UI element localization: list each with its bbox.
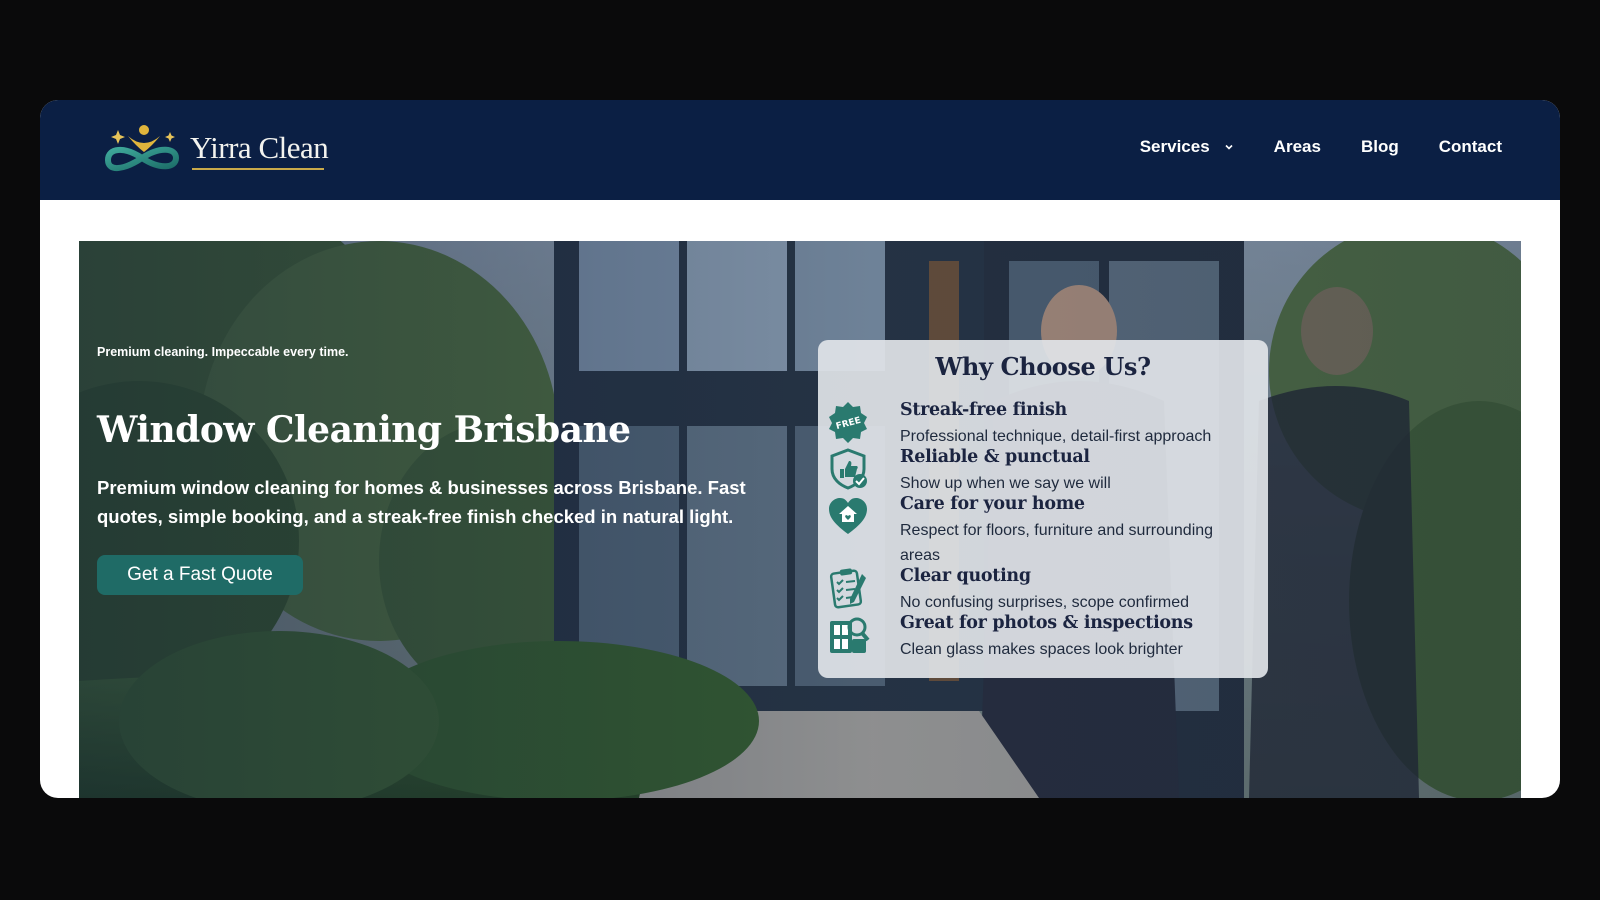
hero-tagline: Premium cleaning. Impeccable every time. (97, 345, 349, 359)
brand-logo-link[interactable]: Yirra Clean (100, 122, 340, 182)
feature-desc: Clean glass makes spaces look brighter (900, 641, 1183, 658)
hero-section: Premium cleaning. Impeccable every time.… (79, 241, 1521, 798)
hero-subtitle: Premium window cleaning for homes & busi… (97, 477, 746, 527)
get-quote-button[interactable]: Get a Fast Quote (97, 555, 303, 595)
site-header: Yirra Clean Services Areas Blog Contact (40, 100, 1560, 200)
hero-title: Window Cleaning Brisbane (97, 409, 631, 451)
brand-underline (192, 168, 324, 170)
inspection-magnifier-icon (830, 617, 870, 653)
nav-label-services: Services (1139, 137, 1210, 156)
main-nav: Services Areas Blog Contact (1100, 137, 1502, 157)
free-badge-icon: FREE (829, 402, 867, 443)
nav-item-services[interactable]: Services (1140, 137, 1234, 157)
nav-label-blog: Blog (1360, 137, 1399, 156)
browser-frame: Yirra Clean Services Areas Blog Contact (40, 100, 1560, 798)
feature-desc: Respect for floors, furniture and surrou… (900, 522, 1214, 564)
why-choose-title: Why Choose Us? (935, 352, 1151, 381)
feature-title: Clear quoting (900, 566, 1031, 586)
feature-desc: Professional technique, detail-first app… (900, 428, 1212, 445)
infinity-star-logo-icon (104, 125, 180, 171)
feature-title: Reliable & punctual (900, 447, 1090, 467)
feature-desc: No confusing surprises, scope confirmed (900, 594, 1190, 611)
shield-thumbs-up-icon (830, 448, 867, 490)
feature-desc: Show up when we say we will (900, 475, 1111, 492)
heart-home-icon (829, 498, 867, 534)
nav-label-contact: Contact (1438, 137, 1502, 156)
nav-label-areas: Areas (1273, 137, 1321, 156)
nav-item-areas[interactable]: Areas (1274, 137, 1321, 157)
brand-name: Yirra Clean (190, 130, 329, 165)
clipboard-checklist-icon (829, 568, 866, 609)
nav-item-blog[interactable]: Blog (1361, 137, 1399, 157)
feature-title: Great for photos & inspections (900, 613, 1193, 633)
feature-title: Care for your home (900, 494, 1085, 514)
chevron-down-icon (1225, 144, 1233, 150)
why-choose-card: Why Choose Us? FREE Streak-free finish P… (818, 340, 1268, 678)
nav-item-contact[interactable]: Contact (1439, 137, 1502, 157)
feature-title: Streak-free finish (900, 400, 1067, 420)
